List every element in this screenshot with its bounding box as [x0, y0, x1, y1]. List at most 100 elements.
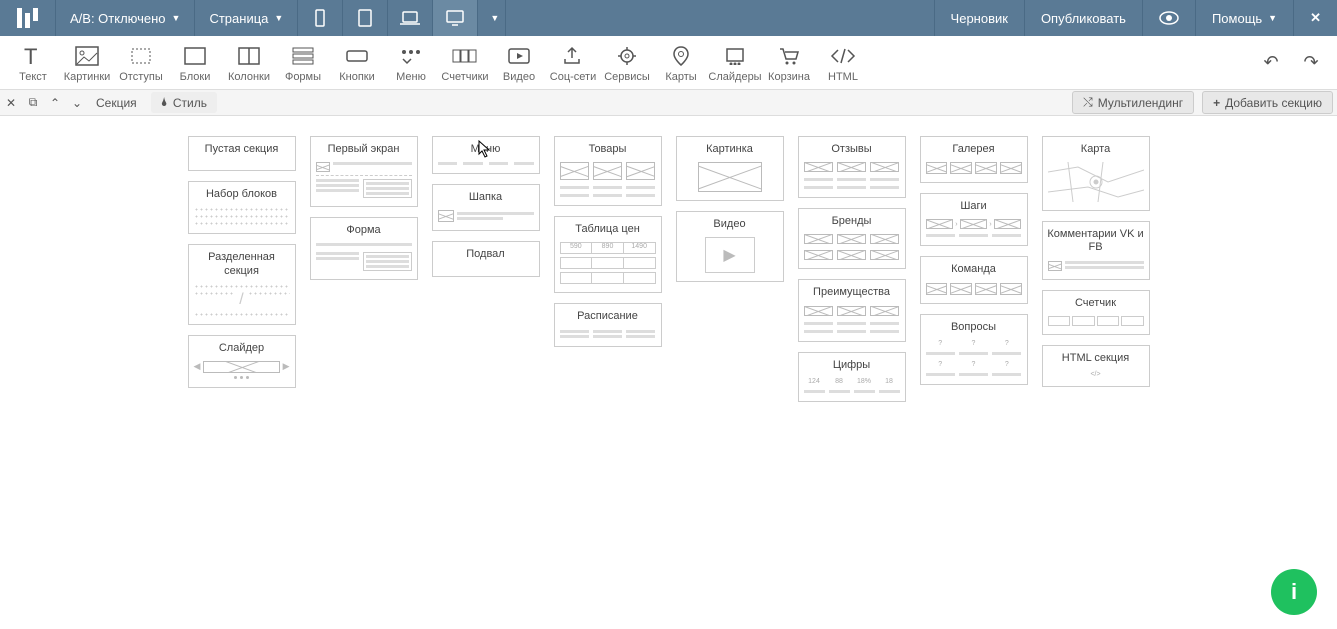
template-column: Пустая секция Набор блоков Разделенная с…	[188, 136, 296, 388]
section-close[interactable]: ✕	[0, 90, 22, 116]
device-desktop[interactable]	[433, 0, 478, 36]
template-numbers[interactable]: Цифры 1248818%18	[798, 352, 906, 402]
redo-button[interactable]: ↷	[1291, 45, 1331, 81]
publish-label: Опубликовать	[1041, 11, 1126, 26]
template-title: Форма	[346, 224, 380, 237]
tool-text[interactable]: TТекст	[6, 38, 60, 88]
template-first-screen[interactable]: Первый экран	[310, 136, 418, 207]
info-icon: i	[1291, 579, 1297, 605]
template-html-section[interactable]: HTML секция </>	[1042, 345, 1150, 387]
section-duplicate[interactable]: ⧉	[22, 90, 44, 116]
code-icon: </>	[1048, 371, 1144, 378]
tool-services[interactable]: Сервисы	[600, 38, 654, 88]
section-label[interactable]: Секция	[88, 90, 145, 116]
template-slider[interactable]: Слайдер ◀▶	[188, 335, 296, 388]
tool-label: Счетчики	[441, 71, 488, 83]
tool-buttons[interactable]: Кнопки	[330, 38, 384, 88]
page-dropdown[interactable]: Страница ▼	[195, 0, 298, 36]
template-video[interactable]: Видео ▶	[676, 211, 784, 282]
tool-blocks[interactable]: Блоки	[168, 38, 222, 88]
tool-label: Слайдеры	[708, 71, 761, 83]
template-questions[interactable]: Вопросы ??????	[920, 314, 1028, 385]
add-section-button[interactable]: + Добавить секцию	[1202, 91, 1333, 114]
tools-toolbar: TТекст Картинки Отступы Блоки Колонки Фо…	[0, 36, 1337, 90]
cart-icon	[777, 46, 801, 66]
tool-social[interactable]: Соц-сети	[546, 38, 600, 88]
template-counter[interactable]: Счетчик	[1042, 290, 1150, 335]
template-header[interactable]: Шапка	[432, 184, 540, 231]
template-block-set[interactable]: Набор блоков	[188, 181, 296, 234]
template-column: Меню Шапка Подвал	[432, 136, 540, 277]
tool-columns[interactable]: Колонки	[222, 38, 276, 88]
template-title: Товары	[589, 143, 627, 156]
template-brands[interactable]: Бренды	[798, 208, 906, 269]
device-mobile[interactable]	[298, 0, 343, 36]
publish-button[interactable]: Опубликовать	[1024, 0, 1142, 36]
template-image[interactable]: Картинка	[676, 136, 784, 201]
template-team[interactable]: Команда	[920, 256, 1028, 303]
status-draft[interactable]: Черновик	[934, 0, 1024, 36]
svg-text:T: T	[24, 44, 37, 68]
shuffle-icon: ⤭	[1083, 95, 1093, 110]
template-gallery[interactable]: Галерея	[920, 136, 1028, 183]
tool-sliders[interactable]: Слайдеры	[708, 38, 762, 88]
template-steps[interactable]: Шаги ››	[920, 193, 1028, 246]
undo-button[interactable]: ↶	[1251, 45, 1291, 81]
preview-button[interactable]	[1142, 0, 1195, 36]
close-button[interactable]: ✕	[1293, 0, 1337, 36]
help-label: Помощь	[1212, 11, 1262, 26]
tool-maps[interactable]: Карты	[654, 38, 708, 88]
tool-forms[interactable]: Формы	[276, 38, 330, 88]
multilanding-button[interactable]: ⤭ Мультилендинг	[1072, 91, 1194, 114]
style-button[interactable]: 🌢 Стиль	[151, 92, 217, 113]
template-title: Бренды	[832, 215, 872, 228]
gear-icon	[615, 45, 639, 67]
tool-spacing[interactable]: Отступы	[114, 38, 168, 88]
app-logo[interactable]	[0, 0, 56, 36]
template-map[interactable]: Карта	[1042, 136, 1150, 211]
tool-cart[interactable]: Корзина	[762, 38, 816, 88]
template-column: Карта Комментарии VK и FB Счетчик HTML с…	[1042, 136, 1150, 387]
template-reviews[interactable]: Отзывы	[798, 136, 906, 198]
copy-icon: ⧉	[29, 95, 38, 110]
tool-html[interactable]: HTML	[816, 38, 870, 88]
template-footer[interactable]: Подвал	[432, 241, 540, 276]
add-section-label: Добавить секцию	[1225, 96, 1322, 110]
buttons-icon	[345, 46, 369, 66]
section-move-up[interactable]: ⌃	[44, 90, 66, 116]
template-title: Отзывы	[831, 143, 871, 156]
ab-test-toggle[interactable]: A/B: Отключено ▼	[56, 0, 195, 36]
template-title: Шапка	[469, 191, 502, 204]
section-move-down[interactable]: ⌄	[66, 90, 88, 116]
template-title: Комментарии VK и FB	[1047, 228, 1145, 254]
template-title: Цифры	[833, 359, 870, 372]
tool-images[interactable]: Картинки	[60, 38, 114, 88]
tool-label: Меню	[396, 71, 426, 83]
price-cell: 1490	[624, 243, 655, 253]
text-icon: T	[21, 44, 45, 68]
template-empty-section[interactable]: Пустая секция	[188, 136, 296, 171]
template-pricing-table[interactable]: Таблица цен 5908901490	[554, 216, 662, 293]
device-more-dropdown[interactable]: ▼	[478, 0, 506, 36]
tool-counters[interactable]: Счетчики	[438, 38, 492, 88]
device-laptop[interactable]	[388, 0, 433, 36]
template-comments[interactable]: Комментарии VK и FB	[1042, 221, 1150, 279]
template-schedule[interactable]: Расписание	[554, 303, 662, 346]
tool-video[interactable]: Видео	[492, 38, 546, 88]
tool-menu[interactable]: Меню	[384, 38, 438, 88]
help-dropdown[interactable]: Помощь ▼	[1195, 0, 1293, 36]
template-features[interactable]: Преимущества	[798, 279, 906, 341]
template-form[interactable]: Форма	[310, 217, 418, 280]
template-column: Товары Таблица цен 5908901490 Расписание	[554, 136, 662, 347]
help-bubble[interactable]: i	[1271, 569, 1317, 615]
template-products[interactable]: Товары	[554, 136, 662, 206]
template-title: Видео	[713, 218, 745, 231]
status-label: Черновик	[951, 11, 1008, 26]
plus-icon: +	[1213, 96, 1220, 110]
template-title: Набор блоков	[206, 188, 277, 201]
video-icon	[507, 47, 531, 65]
template-split-section[interactable]: Разделенная секция /	[188, 244, 296, 324]
template-menu[interactable]: Меню	[432, 136, 540, 174]
map-pin-icon	[671, 45, 691, 67]
device-tablet[interactable]	[343, 0, 388, 36]
